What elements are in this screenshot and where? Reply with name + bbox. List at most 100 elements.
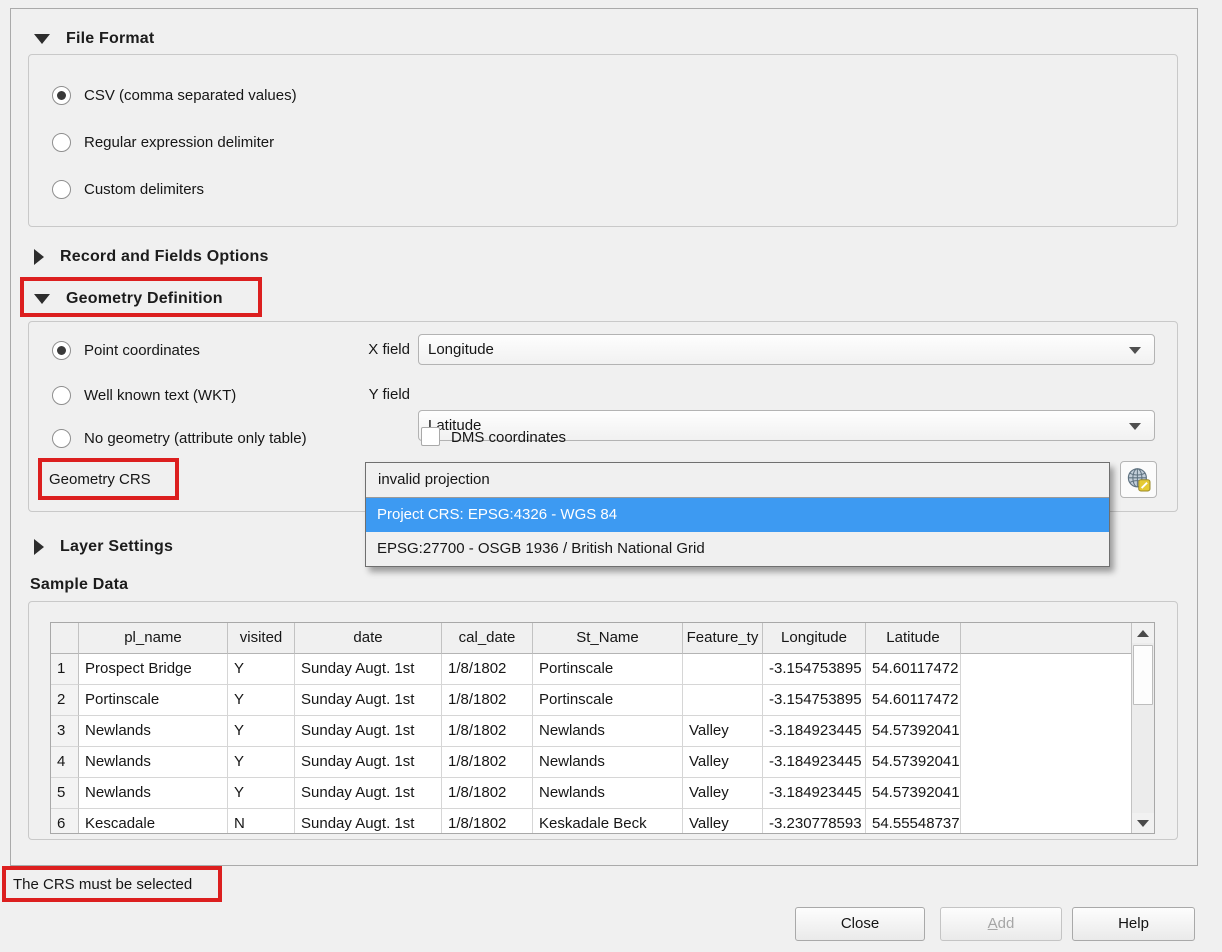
table-row: 4NewlandsYSunday Augt. 1st1/8/1802Newlan… [51, 747, 1131, 778]
table-cell: Y [228, 778, 295, 809]
section-header-geometry-definition[interactable]: Geometry Definition [34, 288, 223, 310]
row-number-cell: 3 [51, 716, 79, 747]
geometry-crs-combobox-popup: invalid projection Project CRS: EPSG:432… [365, 462, 1110, 567]
radio-label: Well known text (WKT) [84, 387, 236, 404]
table-cell: Keskadale Beck [533, 809, 683, 833]
scroll-down-button[interactable] [1132, 813, 1154, 833]
scrollbar-thumb[interactable] [1133, 645, 1153, 705]
table-cell: Newlands [533, 778, 683, 809]
globe-crs-selector-icon [1125, 466, 1152, 493]
crs-picker-button[interactable] [1120, 461, 1157, 498]
table-cell: Sunday Augt. 1st [295, 778, 442, 809]
radio-csv[interactable]: CSV (comma separated values) [52, 86, 297, 105]
column-header-visited: visited [228, 623, 295, 654]
section-header-file-format[interactable]: File Format [34, 28, 154, 50]
collapse-arrow-right-icon [34, 539, 44, 555]
table-cell: 1/8/1802 [442, 778, 533, 809]
table-row: 5NewlandsYSunday Augt. 1st1/8/1802Newlan… [51, 778, 1131, 809]
table-cell: N [228, 809, 295, 833]
radio-button-icon[interactable] [52, 180, 71, 199]
table-row: 1Prospect BridgeYSunday Augt. 1st1/8/180… [51, 654, 1131, 685]
row-number-cell: 6 [51, 809, 79, 833]
collapse-arrow-right-icon [34, 249, 44, 265]
geometry-crs-combobox[interactable]: invalid projection [366, 463, 1109, 498]
section-header-record-fields[interactable]: Record and Fields Options [34, 246, 269, 268]
x-field-label: X field [352, 341, 410, 358]
table-cell: Prospect Bridge [79, 654, 228, 685]
add-button[interactable]: Add [940, 907, 1062, 941]
radio-label: CSV (comma separated values) [84, 87, 297, 104]
radio-custom-delimiters[interactable]: Custom delimiters [52, 180, 204, 199]
geometry-crs-label: Geometry CRS [49, 471, 151, 488]
radio-button-icon[interactable] [52, 386, 71, 405]
table-cell: Newlands [79, 747, 228, 778]
radio-wkt[interactable]: Well known text (WKT) [52, 386, 236, 405]
row-number-cell: 4 [51, 747, 79, 778]
table-cell: -3.154753895 [763, 654, 866, 685]
table-cell: Valley [683, 809, 763, 833]
table-cell: 54.60117472 [866, 685, 961, 716]
table-cell: -3.184923445 [763, 716, 866, 747]
crs-dropdown-item-1[interactable]: EPSG:27700 - OSGB 1936 / British Nationa… [366, 532, 1109, 566]
crs-dropdown-item-0[interactable]: Project CRS: EPSG:4326 - WGS 84 [366, 498, 1109, 532]
table-cell: Newlands [533, 716, 683, 747]
table-cell: Y [228, 716, 295, 747]
table-row: 3NewlandsYSunday Augt. 1st1/8/1802Newlan… [51, 716, 1131, 747]
column-header-date: date [295, 623, 442, 654]
table-cell-filler [961, 747, 1131, 778]
sample-data-table: pl_namevisiteddatecal_dateSt_NameFeature… [50, 622, 1155, 834]
sample-data-title: Sample Data [30, 576, 128, 594]
vertical-scrollbar[interactable] [1131, 623, 1154, 833]
table-cell: Portinscale [533, 685, 683, 716]
table-cell: 54.55548737 [866, 809, 961, 833]
table-cell: Sunday Augt. 1st [295, 747, 442, 778]
chevron-down-icon [1129, 347, 1141, 354]
radio-point-coordinates[interactable]: Point coordinates [52, 341, 200, 360]
help-button[interactable]: Help [1072, 907, 1195, 941]
table-cell: -3.184923445 [763, 778, 866, 809]
table-cell: 1/8/1802 [442, 716, 533, 747]
radio-label: Custom delimiters [84, 181, 204, 198]
radio-button-icon[interactable] [52, 429, 71, 448]
radio-label: Point coordinates [84, 342, 200, 359]
table-cell: Valley [683, 778, 763, 809]
table-cell-filler [961, 685, 1131, 716]
radio-label: Regular expression delimiter [84, 134, 274, 151]
table-cell: Portinscale [533, 654, 683, 685]
table-viewport: pl_namevisiteddatecal_dateSt_NameFeature… [51, 623, 1131, 833]
scroll-up-button[interactable] [1132, 623, 1154, 643]
table-cell: Y [228, 747, 295, 778]
column-header-Latitude: Latitude [866, 623, 961, 654]
table-cell: 1/8/1802 [442, 654, 533, 685]
table-cell: Sunday Augt. 1st [295, 809, 442, 833]
column-header-Feature_ty: Feature_ty [683, 623, 763, 654]
column-header-Longitude: Longitude [763, 623, 866, 654]
table-cell: 54.57392041 [866, 747, 961, 778]
table-cell: Valley [683, 747, 763, 778]
dms-coordinates-checkbox[interactable] [421, 427, 440, 446]
table-cell: 1/8/1802 [442, 685, 533, 716]
table-cell-filler [961, 778, 1131, 809]
column-header-filler [961, 623, 1131, 654]
column-header-cal_date: cal_date [442, 623, 533, 654]
radio-no-geometry[interactable]: No geometry (attribute only table) [52, 429, 307, 448]
radio-button-icon[interactable] [52, 86, 71, 105]
table-cell: 54.57392041 [866, 716, 961, 747]
table-cell: Y [228, 654, 295, 685]
chevron-down-icon [1129, 423, 1141, 430]
radio-button-icon[interactable] [52, 133, 71, 152]
row-number-cell: 1 [51, 654, 79, 685]
section-header-layer-settings[interactable]: Layer Settings [34, 536, 173, 558]
x-field-combobox[interactable]: Longitude [418, 334, 1155, 365]
dms-coordinates-label: DMS coordinates [451, 429, 566, 446]
table-cell: Newlands [533, 747, 683, 778]
table-cell: Newlands [79, 716, 228, 747]
delimited-text-dialog: File Format CSV (comma separated values)… [0, 0, 1222, 952]
radio-button-icon[interactable] [52, 341, 71, 360]
section-title: Layer Settings [60, 538, 173, 556]
close-button[interactable]: Close [795, 907, 925, 941]
table-body: 1Prospect BridgeYSunday Augt. 1st1/8/180… [51, 654, 1131, 833]
table-cell: -3.184923445 [763, 747, 866, 778]
table-cell-filler [961, 716, 1131, 747]
radio-regex-delimiter[interactable]: Regular expression delimiter [52, 133, 274, 152]
